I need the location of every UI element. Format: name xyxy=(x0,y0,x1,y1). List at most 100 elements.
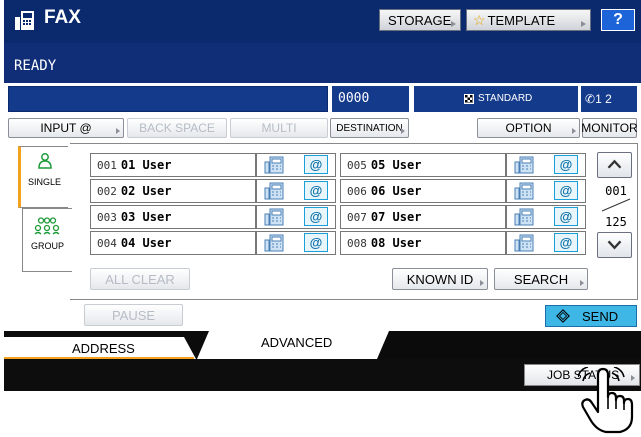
divider-slash xyxy=(601,198,631,212)
destination-input xyxy=(8,86,328,112)
known-id-label: KNOWN ID xyxy=(406,271,474,287)
address-entry[interactable]: 005 05 User xyxy=(340,153,506,177)
fax-icon[interactable] xyxy=(262,207,286,226)
at-icon[interactable]: @ xyxy=(554,207,578,226)
phone-icon: ✆ xyxy=(585,92,596,106)
scroll-up-button[interactable] xyxy=(597,152,632,178)
monitor-label: MONITOR xyxy=(581,121,638,135)
template-button[interactable]: ☆ TEMPLATE xyxy=(466,9,591,31)
chevron-up-icon xyxy=(607,159,622,169)
chevron-down-icon xyxy=(607,240,622,250)
input-at-label: INPUT @ xyxy=(40,121,92,135)
address-entry[interactable]: 006 06 User xyxy=(340,179,506,203)
entry-number: 007 xyxy=(347,210,367,224)
option-label: OPTION xyxy=(505,121,552,135)
resolution-display: STANDARD xyxy=(414,86,578,112)
help-button[interactable]: ? xyxy=(601,9,635,31)
search-button[interactable]: SEARCH xyxy=(494,268,588,290)
address-entry[interactable]: 003 03 User xyxy=(90,205,256,229)
entry-number: 008 xyxy=(347,236,367,250)
entry-name: 07 User xyxy=(370,210,422,224)
entry-name: 05 User xyxy=(370,158,422,172)
tab-advanced[interactable]: ADVANCED xyxy=(199,331,379,359)
group-icon xyxy=(34,217,60,235)
group-tab-label: GROUP xyxy=(30,241,64,251)
known-id-button[interactable]: KNOWN ID xyxy=(392,268,488,290)
entry-number: 004 xyxy=(97,236,117,250)
entry-name: 04 User xyxy=(120,236,172,250)
send-button[interactable]: SEND xyxy=(545,305,637,327)
current-page: 001 xyxy=(605,184,627,198)
status-message: READY xyxy=(14,58,57,74)
entry-number: 005 xyxy=(347,158,367,172)
fax-screen: FAX STORAGE ☆ TEMPLATE ? READY 0000 STAN… xyxy=(4,0,641,391)
all-clear-label: ALL CLEAR xyxy=(105,271,175,287)
arrow-icon xyxy=(451,21,456,27)
arrow-icon xyxy=(401,128,405,134)
resolution-label: STANDARD xyxy=(478,93,533,104)
address-entry[interactable]: 007 07 User xyxy=(340,205,506,229)
destination-label: DESTINATION xyxy=(336,122,403,134)
send-label: SEND xyxy=(582,308,619,324)
single-tab-label: SINGLE xyxy=(27,177,61,187)
template-label: TEMPLATE xyxy=(487,12,556,28)
fax-icon[interactable] xyxy=(512,155,536,174)
fax-icon[interactable] xyxy=(262,181,286,200)
option-button[interactable]: OPTION xyxy=(477,118,580,138)
input-at-button[interactable]: INPUT @ xyxy=(8,118,124,138)
fax-icon[interactable] xyxy=(512,181,536,200)
at-icon[interactable]: @ xyxy=(304,155,328,174)
entry-name: 08 User xyxy=(370,236,422,250)
multi-label: MULTI xyxy=(261,121,297,135)
fax-icon[interactable] xyxy=(262,233,286,252)
entry-name: 01 User xyxy=(120,158,172,172)
monitor-button[interactable]: MONITOR xyxy=(581,118,638,138)
tab-address[interactable]: ADDRESS xyxy=(4,337,189,359)
line-status: ✆1 2 xyxy=(581,86,637,112)
entry-name: 03 User xyxy=(120,210,172,224)
advanced-tab-label: ADVANCED xyxy=(261,335,333,350)
pause-label: PAUSE xyxy=(111,307,156,323)
backspace-label: BACK SPACE xyxy=(139,121,215,135)
backspace-button[interactable]: BACK SPACE xyxy=(127,118,227,138)
address-entry[interactable]: 001 01 User xyxy=(90,153,256,177)
app-title: FAX xyxy=(44,7,81,28)
person-icon xyxy=(38,153,52,169)
address-tab-label: ADDRESS xyxy=(72,341,135,356)
multi-button[interactable]: MULTI xyxy=(230,118,328,138)
destination-button[interactable]: DESTINATION xyxy=(330,118,409,138)
fax-icon[interactable] xyxy=(512,207,536,226)
resolution-icon xyxy=(464,94,474,104)
entry-number: 006 xyxy=(347,184,367,198)
arrow-icon xyxy=(480,280,484,286)
entry-number: 001 xyxy=(97,158,117,172)
entry-name: 06 User xyxy=(370,184,422,198)
storage-button[interactable]: STORAGE xyxy=(379,9,461,31)
entry-number: 003 xyxy=(97,210,117,224)
at-icon[interactable]: @ xyxy=(304,233,328,252)
scroll-down-button[interactable] xyxy=(597,232,632,258)
tab-single[interactable]: SINGLE xyxy=(18,146,68,208)
arrow-icon xyxy=(581,21,586,27)
address-entry[interactable]: 008 08 User xyxy=(340,231,506,255)
star-icon: ☆ xyxy=(473,11,486,28)
at-icon[interactable]: @ xyxy=(304,207,328,226)
at-icon[interactable]: @ xyxy=(304,181,328,200)
pause-button[interactable]: PAUSE xyxy=(84,304,183,326)
storage-label: STORAGE xyxy=(388,12,452,28)
all-clear-button[interactable]: ALL CLEAR xyxy=(90,268,190,290)
at-icon[interactable]: @ xyxy=(554,155,578,174)
address-entry[interactable]: 002 02 User xyxy=(90,179,256,203)
entry-name: 02 User xyxy=(120,184,172,198)
fax-icon xyxy=(15,11,34,30)
tab-group[interactable]: GROUP xyxy=(22,208,72,272)
at-icon[interactable]: @ xyxy=(554,233,578,252)
status-bar xyxy=(4,43,641,83)
fax-icon[interactable] xyxy=(262,155,286,174)
address-entry[interactable]: 004 04 User xyxy=(90,231,256,255)
arrow-icon xyxy=(580,280,584,286)
fax-icon[interactable] xyxy=(512,233,536,252)
entry-number: 002 xyxy=(97,184,117,198)
at-icon[interactable]: @ xyxy=(554,181,578,200)
arrow-icon xyxy=(572,128,576,134)
